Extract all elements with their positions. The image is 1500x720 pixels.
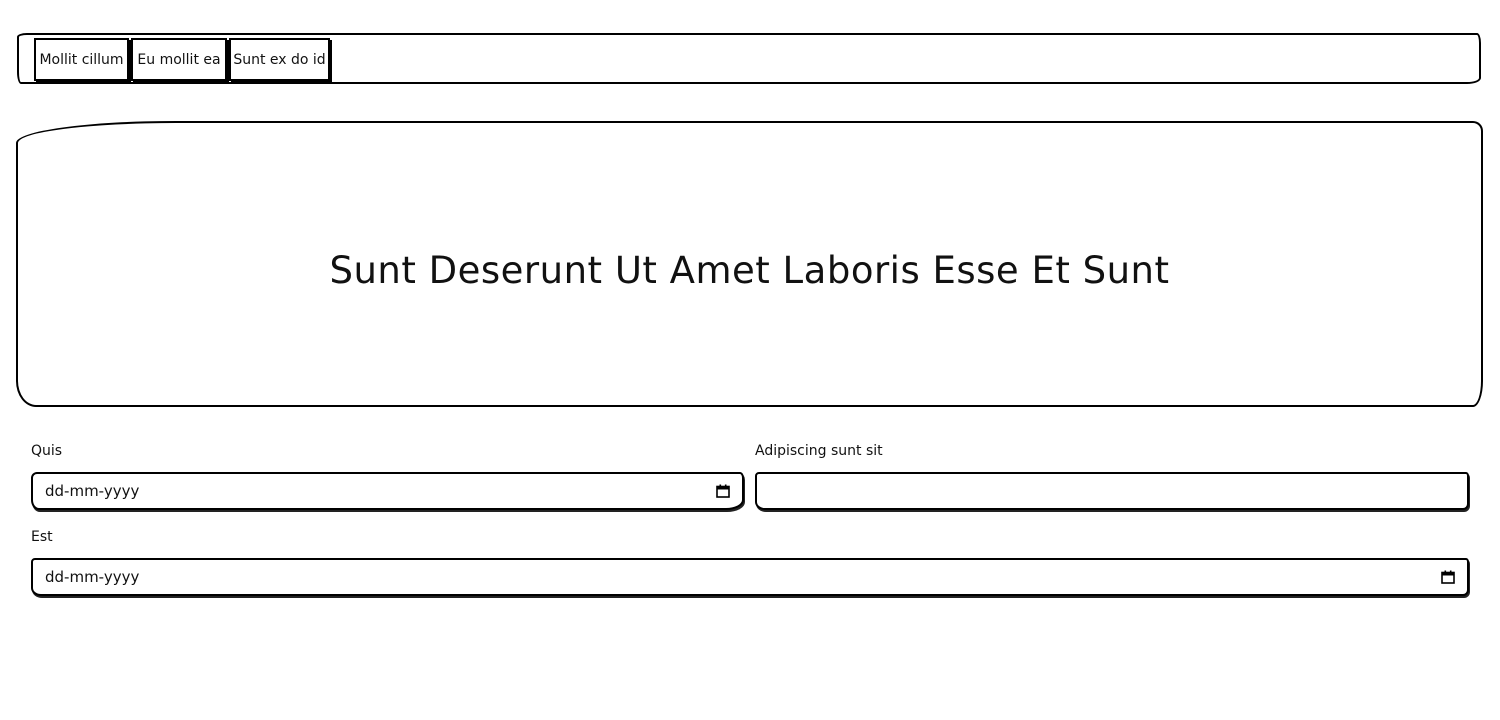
- adipiscing-text-input[interactable]: [755, 472, 1469, 510]
- calendar-icon[interactable]: [716, 484, 730, 498]
- est-date-input[interactable]: dd-mm-yyyy: [31, 558, 1469, 596]
- nav-button-eu-mollit-ea[interactable]: Eu mollit ea: [131, 38, 227, 81]
- est-date-placeholder: dd-mm-yyyy: [45, 568, 140, 586]
- hero-title: Sunt Deserunt Ut Amet Laboris Esse Et Su…: [329, 248, 1170, 292]
- adipiscing-label: Adipiscing sunt sit: [755, 443, 883, 459]
- page: Mollit cillum Eu mollit ea Sunt ex do id…: [0, 0, 1500, 720]
- nav-button-sunt-ex-do-id[interactable]: Sunt ex do id: [229, 38, 330, 81]
- quis-date-placeholder: dd-mm-yyyy: [45, 482, 140, 500]
- quis-date-input[interactable]: dd-mm-yyyy: [31, 472, 744, 510]
- quis-label: Quis: [31, 443, 63, 459]
- est-label: Est: [31, 529, 53, 545]
- nav-button-group: Mollit cillum Eu mollit ea Sunt ex do id: [34, 38, 332, 81]
- nav-button-mollit-cillum[interactable]: Mollit cillum: [34, 38, 129, 81]
- hero-banner: Sunt Deserunt Ut Amet Laboris Esse Et Su…: [16, 121, 1483, 407]
- calendar-icon[interactable]: [1441, 570, 1455, 584]
